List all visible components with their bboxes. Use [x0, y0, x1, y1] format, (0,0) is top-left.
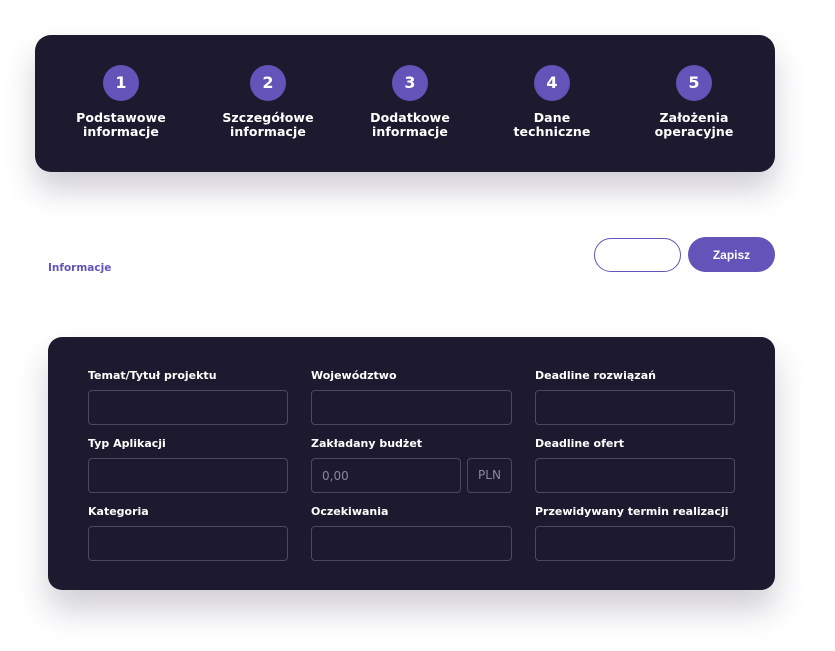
app-type-input[interactable] — [88, 458, 288, 493]
expectations-input[interactable] — [311, 526, 512, 561]
step-5-number: 5 — [676, 65, 712, 101]
step-3-label: Dodatkowe informacje — [370, 110, 450, 139]
step-5[interactable]: 5 Założenia operacyjne — [623, 65, 765, 139]
currency-select[interactable]: PLN — [467, 458, 512, 493]
project-title-label: Temat/Tytuł projektu — [88, 369, 217, 382]
app-type-label: Typ Aplikacji — [88, 437, 166, 450]
step-4-label: Dane techniczne — [513, 110, 591, 139]
step-4-number: 4 — [534, 65, 570, 101]
budget-input[interactable] — [311, 458, 461, 493]
category-label: Kategoria — [88, 505, 149, 518]
step-1-number: 1 — [103, 65, 139, 101]
step-1-label: Podstawowe informacje — [76, 110, 166, 139]
step-2-number: 2 — [250, 65, 286, 101]
planned-completion-input[interactable] — [535, 526, 735, 561]
save-button[interactable]: Zapisz — [688, 237, 775, 272]
step-2-label: Szczegółowe informacje — [222, 110, 314, 139]
solutions-deadline-label: Deadline rozwiązań — [535, 369, 656, 382]
category-input[interactable] — [88, 526, 288, 561]
step-3[interactable]: 3 Dodatkowe informacje — [339, 65, 481, 139]
section-label: Informacje — [48, 262, 112, 274]
project-title-input[interactable] — [88, 390, 288, 425]
planned-completion-label: Przewidywany termin realizacji — [535, 505, 729, 518]
voivodeship-label: Województwo — [311, 369, 397, 382]
step-3-number: 3 — [392, 65, 428, 101]
progress-stepper: 1 Podstawowe informacje 2 Szczegółowe in… — [35, 35, 775, 172]
cancel-button[interactable] — [594, 238, 681, 272]
project-form: Temat/Tytuł projektu Województwo Deadlin… — [48, 337, 775, 590]
expectations-label: Oczekiwania — [311, 505, 389, 518]
voivodeship-input[interactable] — [311, 390, 512, 425]
offers-deadline-input[interactable] — [535, 458, 735, 493]
step-1[interactable]: 1 Podstawowe informacje — [50, 65, 192, 139]
budget-label: Zakładany budżet — [311, 437, 423, 450]
solutions-deadline-input[interactable] — [535, 390, 735, 425]
step-2[interactable]: 2 Szczegółowe informacje — [197, 65, 339, 139]
offers-deadline-label: Deadline ofert — [535, 437, 625, 450]
step-5-label: Założenia operacyjne — [654, 110, 734, 139]
step-4[interactable]: 4 Dane techniczne — [481, 65, 623, 139]
